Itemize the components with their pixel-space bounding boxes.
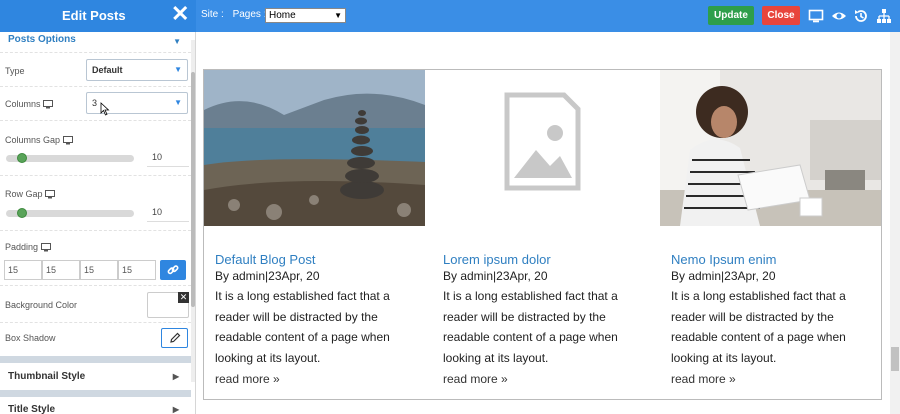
columns-value: 3: [92, 98, 98, 108]
post-thumbnail-stones[interactable]: [204, 70, 425, 226]
box-shadow-label: Box Shadow: [5, 333, 56, 343]
post-excerpt-line: reader will be distracted by the: [443, 309, 606, 324]
thumbnail-style-title: Thumbnail Style: [8, 371, 86, 382]
link-padding-button[interactable]: [160, 260, 186, 280]
read-more-link[interactable]: read more »: [215, 372, 280, 386]
caret-right-icon: ▶: [172, 372, 179, 381]
padding-right-input[interactable]: 15: [42, 260, 80, 280]
chevron-down-icon: ▼: [174, 98, 182, 107]
title-style-title: Title Style: [8, 404, 56, 414]
padding-left-input[interactable]: 15: [118, 260, 156, 280]
pages-selected-value: Home: [269, 10, 296, 21]
desktop-view-icon[interactable]: [808, 8, 824, 24]
read-more-link[interactable]: read more »: [443, 372, 508, 386]
post-excerpt-line: reader will be distracted by the: [671, 309, 834, 324]
panel-header: Edit Posts ✕: [0, 0, 196, 32]
caret-down-icon: ▼: [173, 37, 181, 46]
padding-label-text: Padding: [5, 242, 39, 252]
type-value: Default: [92, 65, 123, 75]
divider: [0, 175, 191, 176]
row-gap-label-text: Row Gap: [5, 189, 43, 199]
post-thumbnail-woman-reading[interactable]: [660, 70, 881, 226]
site-label: Site :: [201, 9, 224, 20]
divider: [0, 322, 191, 323]
pages-select[interactable]: Home ▼: [265, 8, 346, 23]
section-separator: [0, 356, 191, 363]
columns-gap-input[interactable]: 10: [147, 147, 189, 167]
post-meta: By admin|23Apr, 20: [443, 269, 548, 283]
box-shadow-edit-button[interactable]: [161, 328, 188, 348]
post-excerpt: It is a long established fact that a rea…: [443, 286, 663, 368]
type-select[interactable]: Default ▼: [86, 59, 188, 81]
post-title[interactable]: Nemo Ipsum enim: [671, 252, 776, 267]
pencil-icon: [170, 332, 181, 343]
edit-sidebar: Posts Options ▼ Type Default ▼ Columns 3…: [0, 32, 196, 414]
close-panel-icon[interactable]: ✕: [171, 3, 189, 25]
post-meta: By admin|23Apr, 20: [215, 269, 320, 283]
posts-options-header[interactable]: Posts Options ▼: [0, 32, 191, 54]
post-excerpt-line: readable content of a page when: [215, 330, 390, 345]
columns-gap-label-text: Columns Gap: [5, 135, 61, 145]
divider: [0, 86, 191, 87]
post-meta: By admin|23Apr, 20: [671, 269, 776, 283]
post-excerpt-line: looking at its layout.: [671, 350, 777, 365]
row-gap-input[interactable]: 10: [147, 202, 189, 222]
post-excerpt-line: It is a long established fact that a: [671, 289, 846, 303]
columns-label-text: Columns: [5, 99, 41, 109]
divider: [0, 230, 191, 231]
sidebar-scrollbar-thumb[interactable]: [191, 72, 195, 307]
chevron-down-icon: ▼: [334, 11, 342, 20]
preview-eye-icon[interactable]: [831, 8, 847, 24]
post-excerpt-line: looking at its layout.: [215, 350, 321, 365]
thumbnail-style-header[interactable]: Thumbnail Style ▶: [0, 366, 191, 388]
title-style-header[interactable]: Title Style ▶: [0, 399, 191, 414]
post-excerpt-line: It is a long established fact that a: [443, 289, 618, 303]
desktop-icon: [62, 136, 73, 145]
post-thumbnail-placeholder[interactable]: [432, 70, 653, 226]
post-title[interactable]: Lorem ipsum dolor: [443, 252, 551, 267]
section-separator: [0, 390, 191, 397]
divider: [0, 120, 191, 121]
columns-label: Columns: [5, 99, 54, 109]
post-excerpt-line: readable content of a page when: [671, 330, 846, 345]
pages-label: Pages :: [232, 9, 267, 20]
post-excerpt-line: reader will be distracted by the: [215, 309, 378, 324]
columns-gap-slider-handle[interactable]: [17, 153, 27, 163]
chevron-down-icon: ▼: [174, 65, 182, 74]
post-excerpt: It is a long established fact that a rea…: [671, 286, 891, 368]
row-gap-slider-handle[interactable]: [17, 208, 27, 218]
desktop-icon: [40, 243, 51, 252]
divider: [0, 285, 191, 286]
history-icon[interactable]: [853, 8, 869, 24]
panel-title: Edit Posts: [62, 8, 126, 23]
link-icon: [167, 265, 179, 275]
divider: [0, 52, 191, 53]
post-excerpt: It is a long established fact that a rea…: [215, 286, 435, 368]
clear-color-icon[interactable]: ✕: [178, 292, 189, 303]
columns-gap-label: Columns Gap: [5, 135, 73, 145]
post-title[interactable]: Default Blog Post: [215, 252, 315, 267]
background-color-label: Background Color: [5, 300, 78, 310]
posts-options-title: Posts Options: [8, 34, 76, 45]
read-more-link[interactable]: read more »: [671, 372, 736, 386]
post-excerpt-line: readable content of a page when: [443, 330, 618, 345]
mouse-cursor-icon: [100, 102, 110, 116]
page-scrollbar-thumb[interactable]: [891, 347, 899, 371]
padding-bottom-input[interactable]: 15: [80, 260, 118, 280]
padding-label: Padding: [5, 242, 51, 252]
row-gap-label: Row Gap: [5, 189, 56, 199]
desktop-icon: [45, 190, 56, 199]
sitemap-icon[interactable]: [876, 8, 892, 24]
padding-top-input[interactable]: 15: [4, 260, 42, 280]
post-excerpt-line: looking at its layout.: [443, 350, 549, 365]
post-excerpt-line: It is a long established fact that a: [215, 289, 390, 303]
desktop-icon: [43, 100, 54, 109]
site-area: Site : Pages :: [201, 9, 273, 20]
caret-right-icon: ▶: [172, 405, 179, 414]
update-button[interactable]: Update: [708, 6, 754, 25]
close-button[interactable]: Close: [762, 6, 800, 25]
type-label: Type: [5, 66, 25, 76]
background-color-picker[interactable]: ✕: [147, 292, 189, 318]
